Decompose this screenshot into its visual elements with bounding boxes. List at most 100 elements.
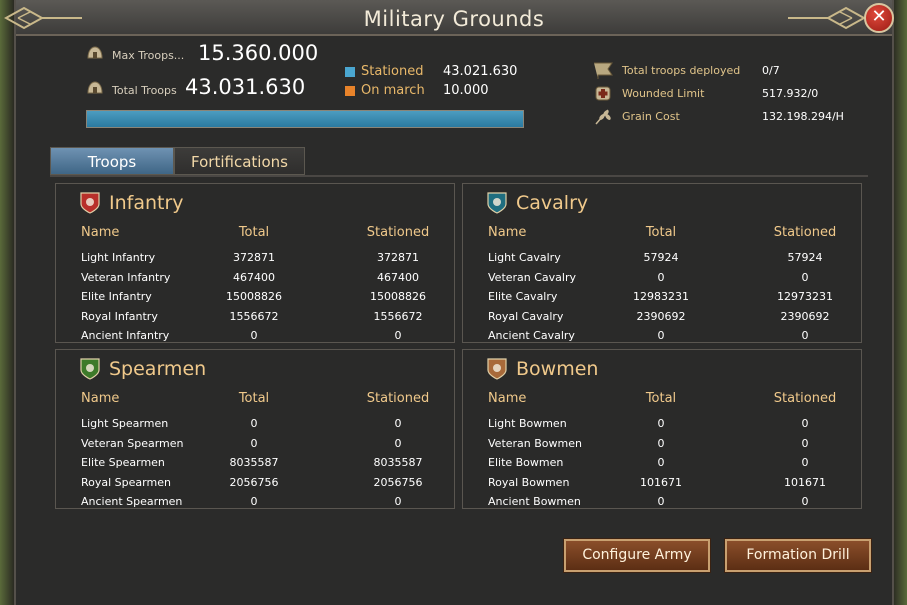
troop-total: 0	[657, 495, 665, 508]
bowmen-panel: Bowmen Name Total Stationed Light Bowmen 0 0 Ve…	[462, 349, 862, 509]
troop-name: Veteran Cavalry	[488, 270, 577, 284]
troop-total: 57924	[643, 251, 679, 264]
table-row: Veteran Bowmen 0 0	[463, 437, 861, 453]
wounded-stat: Wounded Limit 517.932/0	[592, 84, 818, 102]
troop-total: 0	[250, 436, 258, 450]
configure-army-button[interactable]: Configure Army	[564, 539, 710, 572]
tab-fortifications[interactable]: Fortifications	[174, 147, 305, 175]
name-column-header: Name	[488, 391, 527, 406]
cavalry-panel: Cavalry Name Total Stationed Light Cavalry 57…	[462, 183, 862, 343]
deployed-label: Total troops deployed	[622, 63, 741, 77]
troop-total: 0	[250, 329, 258, 342]
troop-name: Veteran Spearmen	[81, 436, 184, 450]
infantry-header: Infantry	[80, 192, 184, 214]
troop-name: Royal Bowmen	[488, 475, 570, 489]
troop-total: 12983231	[633, 290, 689, 303]
troop-total: 0	[657, 329, 665, 342]
troop-stationed: 0	[394, 495, 402, 508]
table-row: Royal Cavalry 2390692 2390692	[463, 310, 861, 326]
troop-name: Light Bowmen	[488, 417, 567, 430]
grain-value: 132.198.294/H	[762, 109, 844, 123]
troop-total: 467400	[233, 270, 275, 284]
formation-drill-button[interactable]: Formation Drill	[725, 539, 871, 572]
stationed-column-header: Stationed	[366, 391, 430, 406]
troop-name: Elite Spearmen	[81, 456, 165, 469]
troop-stationed: 101671	[784, 475, 826, 489]
table-row: Light Infantry 372871 372871	[56, 251, 454, 267]
table-row: Elite Bowmen 0 0	[463, 456, 861, 472]
stationed-column-header: Stationed	[366, 225, 430, 240]
troop-stationed: 2056756	[373, 475, 423, 489]
cavalry-shield-icon	[487, 192, 507, 214]
total-column-header: Total	[645, 225, 677, 240]
window-title: Military Grounds	[363, 7, 545, 31]
table-row: Elite Cavalry 12983231 12973231	[463, 290, 861, 306]
troop-name: Ancient Spearmen	[81, 495, 183, 508]
table-row: Royal Spearmen 2056756 2056756	[56, 476, 454, 492]
troop-stationed: 0	[801, 329, 809, 342]
infantry-panel: Infantry Name Total Stationed Light Infantry…	[55, 183, 455, 343]
close-icon: ✕	[871, 6, 887, 27]
wounded-bandage-icon	[595, 86, 611, 101]
total-column-header: Total	[645, 391, 677, 406]
close-button[interactable]: ✕	[864, 3, 894, 33]
deployed-stat: Total troops deployed 0/7	[592, 61, 780, 79]
infantry-shield-icon	[80, 192, 100, 214]
troop-name: Royal Spearmen	[81, 475, 171, 489]
table-row: Royal Bowmen 101671 101671	[463, 476, 861, 492]
troops-helmet-icon	[87, 46, 103, 59]
troop-name: Elite Infantry	[81, 290, 152, 303]
right-ornament-icon	[788, 6, 866, 30]
stationed-value: 43.021.630	[443, 64, 518, 79]
troop-name: Elite Cavalry	[488, 290, 558, 303]
troop-name: Veteran Infantry	[81, 270, 171, 284]
troop-name: Ancient Cavalry	[488, 329, 575, 342]
troop-name: Light Cavalry	[488, 251, 561, 264]
on-march-swatch	[345, 85, 355, 96]
troop-name: Royal Infantry	[81, 309, 158, 323]
troop-stationed: 1556672	[373, 309, 423, 323]
title-bar: Military Grounds ✕	[4, 0, 894, 36]
grain-wheat-icon	[595, 109, 611, 125]
table-row: Veteran Spearmen 0 0	[56, 437, 454, 453]
troop-total: 2056756	[229, 475, 279, 489]
stationed-swatch	[345, 66, 355, 77]
military-grounds-window: Military Grounds ✕ Max Troops... 15.360.…	[4, 0, 894, 605]
troop-total: 372871	[233, 251, 275, 264]
name-column-header: Name	[81, 391, 120, 406]
total-column-header: Total	[238, 391, 270, 406]
troop-stationed: 0	[394, 329, 402, 342]
troop-stationed: 57924	[787, 251, 823, 264]
troop-total: 101671	[640, 475, 682, 489]
troop-stationed: 0	[394, 436, 402, 450]
total-troops-value: 43.031.630	[185, 75, 306, 99]
troop-stationed: 372871	[377, 251, 419, 264]
troop-name: Ancient Bowmen	[488, 495, 581, 508]
grain-label: Grain Cost	[622, 109, 680, 123]
troop-total: 8035587	[229, 456, 279, 469]
troop-stationed: 12973231	[777, 290, 833, 303]
table-row: Ancient Infantry 0 0	[56, 329, 454, 342]
bowmen-header: Bowmen	[487, 358, 598, 380]
banner-flag-icon	[594, 62, 613, 79]
deployed-value: 0/7	[762, 63, 780, 77]
troop-name: Royal Cavalry	[488, 309, 564, 323]
table-row: Ancient Bowmen 0 0	[463, 495, 861, 508]
table-row: Ancient Spearmen 0 0	[56, 495, 454, 508]
tab-troops[interactable]: Troops	[50, 147, 174, 175]
troop-name: Veteran Bowmen	[488, 436, 582, 450]
max-troops-value: 15.360.000	[198, 41, 319, 65]
troop-total: 0	[657, 417, 665, 430]
troop-name: Ancient Infantry	[81, 329, 170, 342]
troop-stationed: 0	[801, 417, 809, 430]
spearmen-header: Spearmen	[80, 358, 206, 380]
stationed-column-header: Stationed	[773, 391, 837, 406]
troop-stationed: 0	[801, 270, 809, 284]
table-row: Royal Infantry 1556672 1556672	[56, 310, 454, 326]
spearmen-shield-icon	[80, 358, 100, 380]
stationed-column-header: Stationed	[773, 225, 837, 240]
table-row: Light Cavalry 57924 57924	[463, 251, 861, 267]
troop-stationed: 0	[801, 495, 809, 508]
wounded-value: 517.932/0	[762, 86, 819, 100]
table-row: Veteran Cavalry 0 0	[463, 271, 861, 287]
